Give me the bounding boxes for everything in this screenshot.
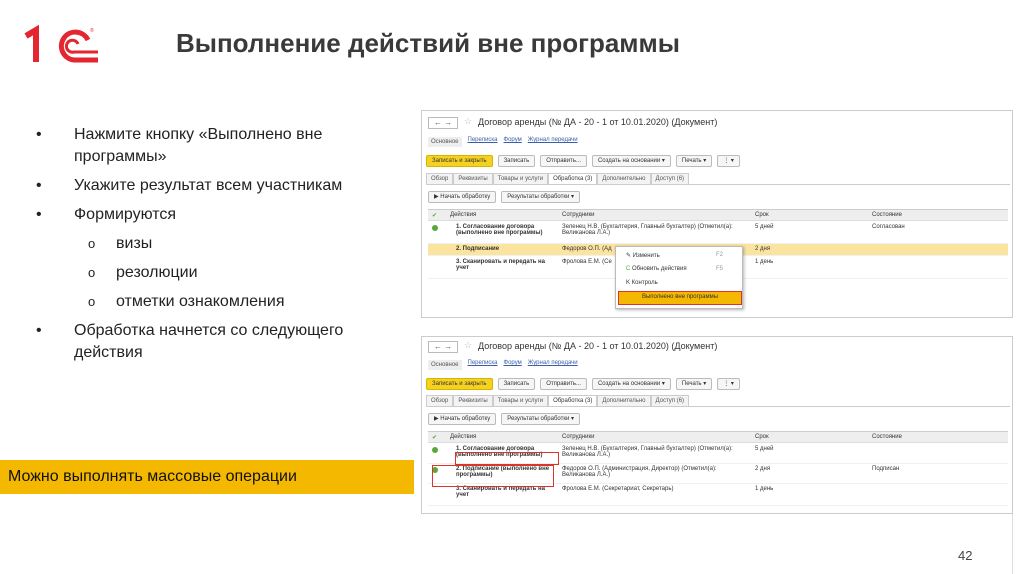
1c-logo: ®: [24, 24, 98, 63]
start-processing-button[interactable]: ▶ Начать обработку: [428, 413, 497, 425]
row-employee: Фролова Е.М. (Секретариат, Секретарь): [562, 486, 674, 492]
row-action: 3. Сканировать и передать на учет: [456, 259, 545, 271]
subtab-processing[interactable]: Обработка (3): [548, 173, 598, 184]
bullet: Нажмите кнопку «Выполнено вне программы»: [36, 124, 416, 168]
shortcut: F5: [716, 266, 724, 272]
row-term: 2 дня: [755, 246, 771, 252]
subtab-overview[interactable]: Обзор: [426, 173, 454, 184]
more-button[interactable]: ⋮ ▾: [717, 155, 740, 167]
tab-forum[interactable]: Форум: [504, 137, 522, 147]
col-actions[interactable]: Действия: [450, 212, 476, 218]
col-actions[interactable]: Действия: [450, 434, 476, 440]
tab-main[interactable]: Основное: [428, 360, 462, 370]
row-employee: Федоров О.П. (Ад: [562, 246, 612, 252]
row-state: Согласован: [872, 224, 905, 230]
slide-title: Выполнение действий вне программы: [176, 28, 680, 58]
processing-results-button[interactable]: Результаты обработки ▾: [501, 191, 580, 203]
star-icon[interactable]: ☆: [464, 116, 472, 127]
row-employee: Федоров О.П. (Администрация, Директор) (…: [562, 466, 717, 478]
row-action: 3. Сканировать и передать на учет: [456, 486, 545, 498]
send-button[interactable]: Отправить...: [540, 378, 587, 390]
tab-transfer-log[interactable]: Журнал передачи: [528, 360, 578, 370]
done-icon: [432, 447, 438, 453]
subtab-details[interactable]: Реквизиты: [453, 395, 493, 406]
back-forward-buttons[interactable]: ← →: [428, 341, 458, 353]
tab-transfer-log[interactable]: Журнал передачи: [528, 137, 578, 147]
document-title: Договор аренды (№ ДА - 20 - 1 от 10.01.2…: [478, 117, 718, 127]
row-term: 1 день: [755, 486, 774, 492]
start-processing-button[interactable]: ▶ Начать обработку: [428, 191, 497, 203]
print-button[interactable]: Печать ▾: [675, 155, 713, 167]
table-row[interactable]: 3. Сканировать и передать на учет Фролов…: [428, 484, 1008, 506]
create-based-on-button[interactable]: Создать на основании ▾: [591, 155, 671, 167]
sub-bullet: отметки ознакомления: [36, 291, 416, 313]
tab-correspondence[interactable]: Переписка: [468, 137, 498, 147]
col-state[interactable]: Состояние: [872, 434, 902, 440]
processing-results-button[interactable]: Результаты обработки ▾: [501, 413, 580, 425]
subtab-goods[interactable]: Товары и услуги: [492, 173, 549, 184]
row-employee: Зеленец Н.В. (Бухгалтерия, Главный бухга…: [562, 446, 733, 458]
menu-item-edit[interactable]: ✎ Изменить: [626, 252, 660, 259]
shortcut: F2: [716, 252, 724, 258]
star-icon[interactable]: ☆: [464, 340, 472, 351]
subtab-additional[interactable]: Дополнительно: [597, 395, 651, 406]
print-button[interactable]: Печать ▾: [675, 378, 713, 390]
check-icon: ✔: [432, 435, 438, 441]
subtab-processing[interactable]: Обработка (3): [548, 395, 598, 406]
col-term[interactable]: Срок: [755, 212, 769, 218]
back-forward-buttons[interactable]: ← →: [428, 117, 458, 129]
page-number: 42: [958, 548, 973, 563]
row-state: Подписан: [872, 466, 900, 472]
col-employees[interactable]: Сотрудники: [562, 434, 595, 440]
bullet-list: Нажмите кнопку «Выполнено вне программы»…: [36, 124, 416, 371]
more-button[interactable]: ⋮ ▾: [717, 378, 740, 390]
row-employee: Зеленец Н.В. (Бухгалтерия, Главный бухга…: [562, 224, 733, 236]
bullet: Укажите результат всем участникам: [36, 175, 416, 197]
row-term: 1 день: [755, 259, 774, 265]
tab-forum[interactable]: Форум: [504, 360, 522, 370]
svg-text:®: ®: [90, 27, 94, 34]
save-button[interactable]: Записать: [497, 155, 536, 167]
context-menu: ✎ Изменить F2 C Обновить действия F5 K К…: [615, 246, 743, 309]
row-term: 5 дней: [755, 224, 774, 230]
tab-correspondence[interactable]: Переписка: [468, 360, 498, 370]
highlight-box: [432, 465, 554, 487]
sub-bullet: визы: [36, 233, 416, 255]
subtab-details[interactable]: Реквизиты: [453, 173, 493, 184]
row-term: 2 дня: [755, 466, 771, 472]
send-button[interactable]: Отправить...: [540, 155, 587, 167]
menu-item-done-outside[interactable]: Выполнено вне программы: [618, 291, 742, 305]
save-and-close-button[interactable]: Записать и закрыть: [426, 378, 493, 390]
col-term[interactable]: Срок: [755, 434, 769, 440]
subtab-overview[interactable]: Обзор: [426, 395, 454, 406]
sub-bullet: резолюции: [36, 262, 416, 284]
subtab-access[interactable]: Доступ (6): [650, 395, 690, 406]
row-action: 1. Согласование договора (выполнено вне …: [456, 224, 543, 236]
save-button[interactable]: Записать: [497, 378, 536, 390]
table-row[interactable]: 1. Согласование договора (выполнено вне …: [428, 222, 1008, 244]
row-employee: Фролова Е.М. (Се: [562, 259, 612, 265]
col-state[interactable]: Состояние: [872, 212, 902, 218]
document-title: Договор аренды (№ ДА - 20 - 1 от 10.01.2…: [478, 341, 718, 351]
bullet: Обработка начнется со следующего действи…: [36, 320, 416, 364]
subtab-additional[interactable]: Дополнительно: [597, 173, 651, 184]
subtab-goods[interactable]: Товары и услуги: [492, 395, 549, 406]
subtab-access[interactable]: Доступ (6): [650, 173, 690, 184]
tab-main[interactable]: Основное: [428, 137, 462, 147]
screenshot-before: ← → ☆ Договор аренды (№ ДА - 20 - 1 от 1…: [421, 110, 1013, 318]
menu-item-control[interactable]: K Контроль: [626, 280, 658, 286]
col-employees[interactable]: Сотрудники: [562, 212, 595, 218]
highlight-box: [455, 452, 559, 465]
screenshot-after: ← → ☆ Договор аренды (№ ДА - 20 - 1 от 1…: [421, 336, 1013, 514]
bullet: Формируются: [36, 204, 416, 226]
save-and-close-button[interactable]: Записать и закрыть: [426, 155, 493, 167]
menu-item-refresh[interactable]: C Обновить действия: [626, 266, 687, 272]
done-icon: [432, 225, 438, 231]
row-action: 2. Подписание: [456, 246, 500, 252]
create-based-on-button[interactable]: Создать на основании ▾: [591, 378, 671, 390]
row-term: 5 дней: [755, 446, 774, 452]
check-icon: ✔: [432, 213, 438, 219]
mass-operations-banner: Можно выполнять массовые операции: [0, 460, 414, 494]
